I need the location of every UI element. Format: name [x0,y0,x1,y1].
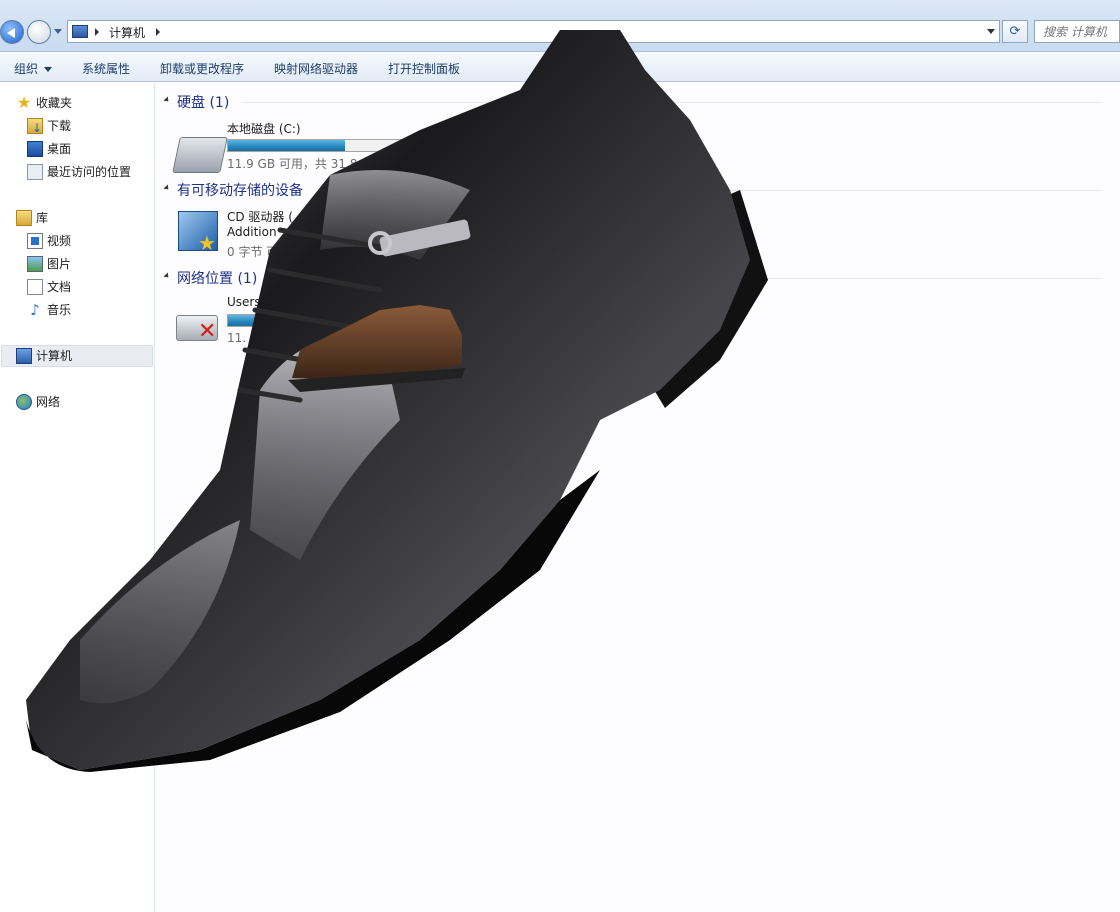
computer-icon [16,348,32,364]
nav-pictures-label: 图片 [47,257,72,271]
video-icon [27,233,43,249]
nav-favorites-label: 收藏夹 [36,96,73,110]
recent-pages-dropdown-icon[interactable] [54,29,62,34]
explorer-window: 计算机 ⟳ 组织 系统属性 卸载或更改程序 映射网络驱动器 打开控制面板 ★ 收… [0,0,1120,912]
group-divider [242,102,1102,103]
collapse-triangle-icon[interactable] [163,184,171,192]
nav-desktop-label: 桌面 [47,142,72,156]
command-bar: 组织 系统属性 卸载或更改程序 映射网络驱动器 打开控制面板 [0,52,1120,82]
organize-label: 组织 [14,62,39,76]
computer-icon [72,25,88,38]
address-field[interactable]: 计算机 [67,20,1000,43]
search-field[interactable] [1034,20,1120,43]
picture-icon [27,256,43,272]
address-bar-area: 计算机 ⟳ [0,0,1120,52]
address-dropdown-icon[interactable] [987,29,995,34]
nav-videos-label: 视频 [47,234,72,248]
hard-disk-icon [172,137,228,173]
organize-button[interactable]: 组织 [14,60,53,77]
collapse-triangle-icon[interactable] [163,96,171,104]
network-drive-name: Users [227,295,261,309]
desktop-icon [27,141,43,157]
navigation-pane: ★ 收藏夹 下载 桌面 最近访问的位置 库 视频 图片 文档 [0,83,155,912]
nav-computer-label: 计算机 [36,349,73,363]
chevron-right-icon[interactable] [95,28,99,36]
recent-places-icon [27,164,43,180]
group-header-hard-disks[interactable]: 硬盘 (1) [162,92,1112,112]
map-network-drive-button[interactable]: 映射网络驱动器 [274,60,358,77]
drive-c-usage-fill [228,140,346,151]
network-drive-space: 11. [227,331,247,345]
back-button[interactable] [0,20,24,44]
breadcrumb-computer[interactable]: 计算机 [109,24,145,41]
uninstall-program-button[interactable]: 卸载或更改程序 [160,60,244,77]
drive-c-usage-bar [227,139,415,152]
network-drive-usage-fill [228,315,346,326]
music-note-icon: ♪ [30,301,40,319]
disconnected-x-icon: ✕ [198,319,217,344]
nav-downloads-label: 下载 [47,119,72,133]
group-header-network[interactable]: 网络位置 (1) [162,268,1112,288]
drive-c-space: 11.9 GB 可用，共 31.8 GB [227,157,379,171]
content-pane: 硬盘 (1) 本地磁盘 (C:) 11.9 GB 可用，共 31.8 GB 有可… [156,83,1120,912]
cd-drive-space: 0 字节 可 [227,245,279,259]
forward-button[interactable] [27,20,51,44]
document-icon [27,279,43,295]
star-badge-icon: ★ [198,231,216,255]
star-icon: ★ [16,93,32,112]
chevron-down-icon [44,67,53,72]
cd-drive-label: Addition [227,225,277,239]
collapse-triangle-icon[interactable] [163,272,171,280]
refresh-button[interactable]: ⟳ [1002,20,1028,43]
open-control-panel-button[interactable]: 打开控制面板 [388,60,460,77]
group-divider [462,190,1102,191]
drive-c-name: 本地磁盘 (C:) [227,122,301,136]
group-header-removable[interactable]: 有可移动存储的设备 [162,180,1112,200]
group-title-hard-disks: 硬盘 (1) [177,95,230,111]
downloads-folder-icon [27,118,43,138]
nav-network-label: 网络 [36,395,61,409]
network-globe-icon [16,394,32,410]
chevron-right-icon[interactable] [156,28,160,36]
nav-recent-label: 最近访问的位置 [47,165,132,179]
nav-documents-label: 文档 [47,280,72,294]
cd-drive-name: CD 驱动器 ( [227,210,293,224]
group-title-network: 网络位置 (1) [177,271,258,287]
network-drive-usage-bar [227,314,415,327]
nav-music-label: 音乐 [47,303,72,317]
group-title-removable: 有可移动存储的设备 [177,183,303,199]
search-input[interactable] [1035,21,1119,42]
system-properties-button[interactable]: 系统属性 [82,60,130,77]
library-folder-icon [16,210,32,226]
group-divider [282,278,1102,279]
nav-libraries-label: 库 [36,211,49,225]
